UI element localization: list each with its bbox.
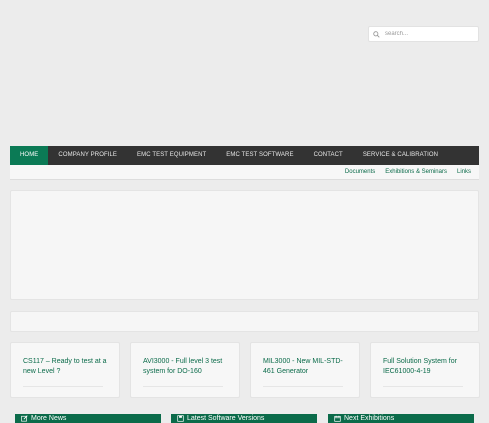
calendar-icon <box>334 415 341 422</box>
nav-item-service-calibration[interactable]: SERVICE & CALIBRATION <box>353 146 448 165</box>
nav-item-contact[interactable]: CONTACT <box>304 146 353 165</box>
panel-header-next-exhibitions[interactable]: Next Exhibitions <box>328 414 474 423</box>
nav-item-emc-test-software[interactable]: EMC TEST SOFTWARE <box>216 146 303 165</box>
edit-icon <box>21 415 28 422</box>
main-nav: HOME COMPANY PROFILE EMC TEST EQUIPMENT … <box>10 146 479 165</box>
save-icon <box>177 415 184 422</box>
news-card[interactable]: Full Solution System for IEC61000-4-19 <box>370 342 480 398</box>
subnav-link-exhibitions[interactable]: Exhibitions & Seminars <box>385 169 447 175</box>
panel-header-more-news[interactable]: More News <box>15 414 161 423</box>
panel-title: Next Exhibitions <box>344 415 395 422</box>
hero-slider <box>10 190 479 300</box>
news-card[interactable]: AVI3000 - Full level 3 test system for D… <box>130 342 240 398</box>
nav-item-home[interactable]: HOME <box>10 146 49 165</box>
subnav-link-links[interactable]: Links <box>457 169 471 175</box>
panel-header-software-versions[interactable]: Latest Software Versions <box>171 414 317 423</box>
card-divider <box>23 386 103 387</box>
nav-item-company-profile[interactable]: COMPANY PROFILE <box>48 146 127 165</box>
nav-item-emc-test-equipment[interactable]: EMC TEST EQUIPMENT <box>127 146 216 165</box>
search-input[interactable] <box>385 28 475 40</box>
content-strip <box>10 311 479 332</box>
card-divider <box>143 386 223 387</box>
card-divider <box>383 386 463 387</box>
news-card-title[interactable]: AVI3000 - Full level 3 test system for D… <box>143 357 227 377</box>
search-icon <box>373 30 380 38</box>
card-divider <box>263 386 343 387</box>
subnav-link-documents[interactable]: Documents <box>345 169 375 175</box>
panel-title: Latest Software Versions <box>187 415 265 422</box>
sub-nav: Documents Exhibitions & Seminars Links <box>10 165 479 180</box>
news-card-title[interactable]: CS117 – Ready to test at a new Level ? <box>23 357 107 377</box>
news-card[interactable]: CS117 – Ready to test at a new Level ? <box>10 342 120 398</box>
news-card-title[interactable]: Full Solution System for IEC61000-4-19 <box>383 357 467 377</box>
search-box[interactable] <box>368 26 479 42</box>
panel-title: More News <box>31 415 67 422</box>
news-card[interactable]: MIL3000 - New MIL-STD-461 Generator <box>250 342 360 398</box>
news-card-title[interactable]: MIL3000 - New MIL-STD-461 Generator <box>263 357 347 377</box>
